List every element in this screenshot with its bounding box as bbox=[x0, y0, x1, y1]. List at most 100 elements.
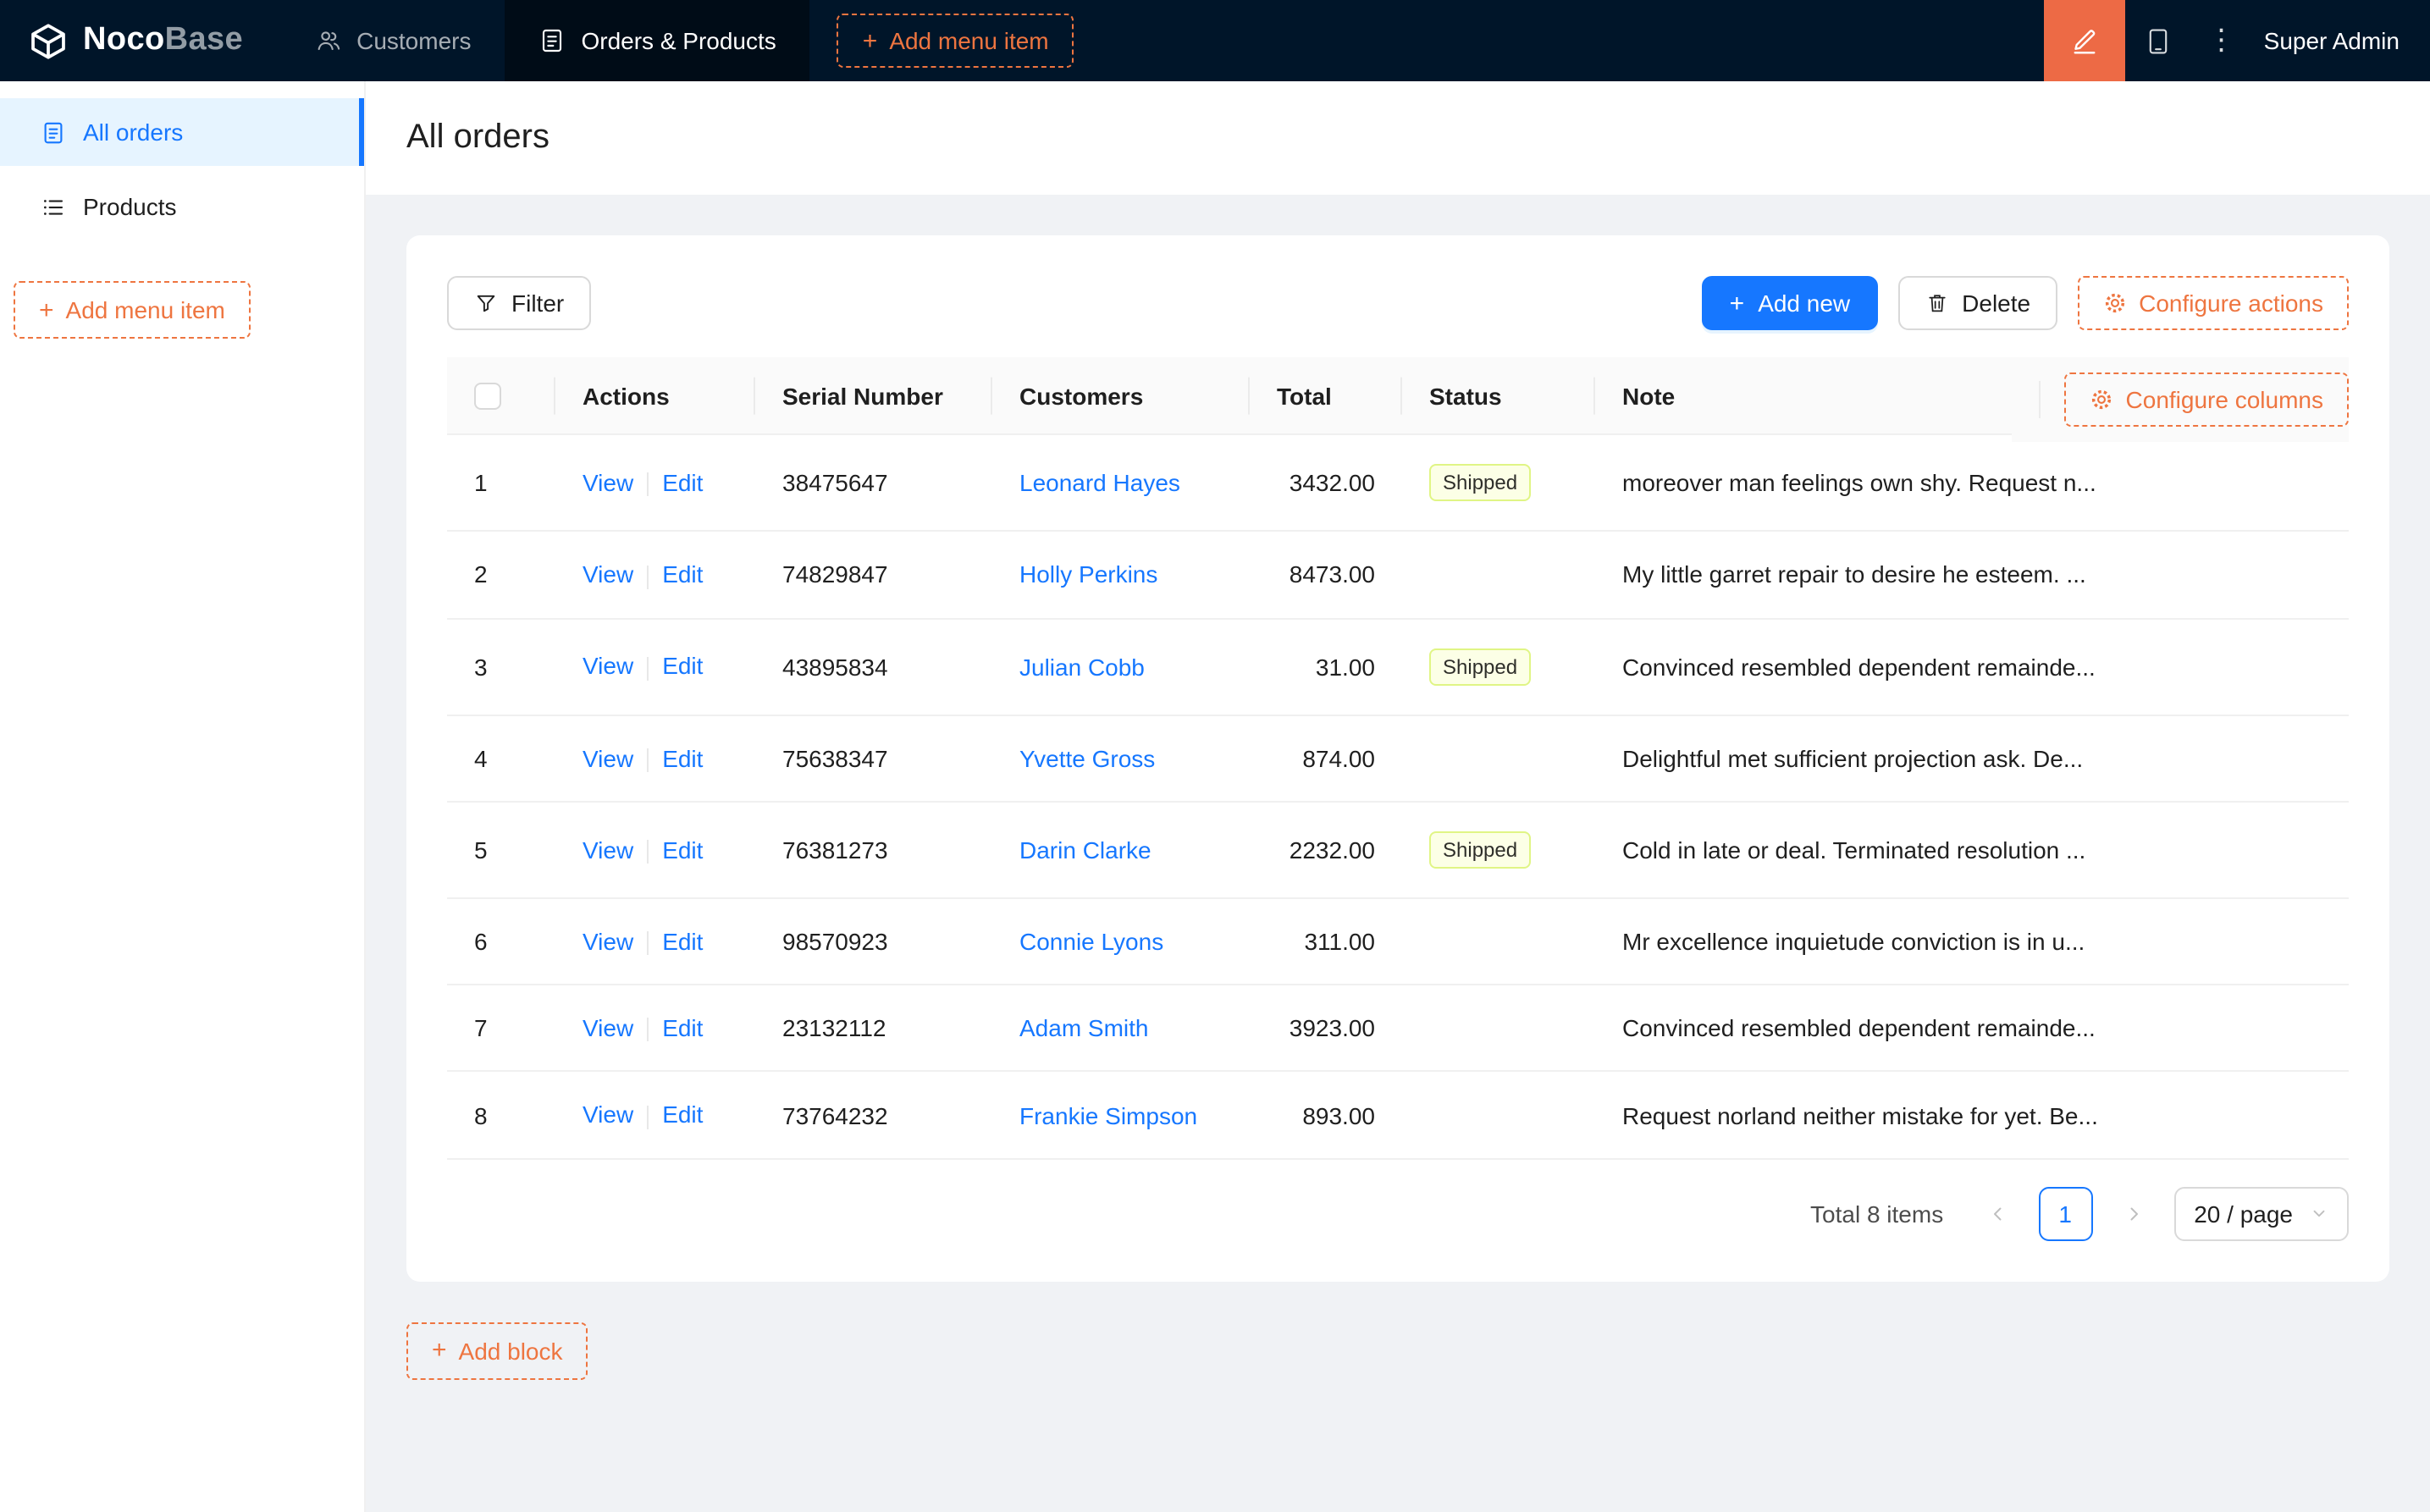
edit-link[interactable]: Edit bbox=[662, 1014, 703, 1041]
filter-icon bbox=[474, 291, 498, 315]
edit-link[interactable]: Edit bbox=[662, 836, 703, 863]
pagination-total: Total 8 items bbox=[1810, 1200, 1943, 1228]
products-list-icon bbox=[41, 194, 66, 219]
serial-cell: 38475647 bbox=[755, 436, 992, 533]
chevron-down-icon bbox=[2310, 1205, 2328, 1223]
total-cell: 31.00 bbox=[1250, 619, 1402, 715]
note-cell: My little garret repair to desire he est… bbox=[1595, 533, 2349, 620]
customer-link[interactable]: Darin Clarke bbox=[1019, 836, 1151, 864]
view-link[interactable]: View bbox=[583, 1014, 633, 1041]
add-block-label: Add block bbox=[459, 1338, 563, 1365]
table-row: 8 ViewEdit 73764232 Frankie Simpson 893.… bbox=[447, 1073, 2349, 1160]
customer-link[interactable]: Leonard Hayes bbox=[1019, 470, 1180, 497]
status-tag: Shipped bbox=[1429, 465, 1531, 502]
plus-icon: + bbox=[1730, 290, 1745, 316]
sidebar-item-label: Products bbox=[83, 193, 177, 220]
actions-cell: View Edit bbox=[555, 899, 755, 986]
row-index: 7 bbox=[474, 1015, 488, 1042]
status-tag: Shipped bbox=[1429, 831, 1531, 869]
add-menu-item-label: Add menu item bbox=[889, 27, 1048, 54]
filter-button[interactable]: Filter bbox=[447, 276, 591, 330]
action-divider bbox=[647, 473, 649, 497]
table-row: 1 ViewEdit 38475647 Leonard Hayes 3432.0… bbox=[447, 436, 2349, 533]
nav-item-orders-products[interactable]: Orders & Products bbox=[505, 0, 809, 81]
add-new-button[interactable]: + Add new bbox=[1703, 276, 1878, 330]
edit-link[interactable]: Edit bbox=[662, 469, 703, 496]
toolbar-right: + Add new Delete bbox=[1703, 276, 2349, 330]
customer-cell: Yvette Gross bbox=[992, 715, 1250, 803]
nav-item-customers[interactable]: Customers bbox=[280, 0, 505, 81]
page-size-select[interactable]: 20 / page bbox=[2173, 1187, 2349, 1241]
page-title: All orders bbox=[406, 119, 2389, 157]
edit-link[interactable]: Edit bbox=[662, 653, 703, 680]
customer-link[interactable]: Frankie Simpson bbox=[1019, 1101, 1197, 1128]
total-cell: 874.00 bbox=[1250, 715, 1402, 803]
note-cell: Delightful met sufficient projection ask… bbox=[1595, 715, 2349, 803]
status-cell: Shipped bbox=[1402, 619, 1595, 715]
customer-cell: Frankie Simpson bbox=[992, 1073, 1250, 1160]
configure-actions-button[interactable]: Configure actions bbox=[2078, 276, 2349, 330]
brand[interactable]: NocoBase bbox=[0, 0, 280, 81]
view-link[interactable]: View bbox=[583, 561, 633, 588]
add-menu-item-button-header[interactable]: + Add menu item bbox=[837, 14, 1074, 68]
brand-base: Base bbox=[165, 22, 243, 58]
prev-page-button[interactable] bbox=[1970, 1187, 2024, 1241]
page-size-value: 20 / page bbox=[2194, 1200, 2293, 1228]
user-menu[interactable]: Super Admin bbox=[2251, 27, 2430, 54]
next-page-button[interactable] bbox=[2106, 1187, 2160, 1241]
index-cell: 4 bbox=[447, 715, 555, 803]
view-link[interactable]: View bbox=[583, 469, 633, 496]
mobile-icon bbox=[2145, 26, 2173, 55]
page-header: All orders bbox=[366, 81, 2430, 195]
page-number-button[interactable]: 1 bbox=[2038, 1187, 2092, 1241]
ui-editor-button[interactable] bbox=[2044, 0, 2125, 81]
serial-cell: 76381273 bbox=[755, 803, 992, 899]
configure-columns-label: Configure columns bbox=[2126, 386, 2323, 413]
add-menu-item-button-sidebar[interactable]: + Add menu item bbox=[14, 281, 251, 339]
orders-table-wrap: Actions Serial Number Customers Total St… bbox=[447, 357, 2349, 1160]
action-divider bbox=[647, 840, 649, 864]
status-cell bbox=[1402, 533, 1595, 620]
orders-products-icon bbox=[538, 27, 566, 54]
edit-link[interactable]: Edit bbox=[662, 1101, 703, 1128]
customer-link[interactable]: Julian Cobb bbox=[1019, 653, 1145, 680]
brand-noco: Noco bbox=[83, 22, 165, 58]
delete-label: Delete bbox=[1962, 290, 2030, 317]
row-index: 3 bbox=[474, 653, 488, 680]
sidebar-item-label: All orders bbox=[83, 119, 183, 146]
action-divider bbox=[647, 748, 649, 772]
edit-link[interactable]: Edit bbox=[662, 928, 703, 955]
add-menu-item-label: Add menu item bbox=[66, 296, 225, 323]
view-link[interactable]: View bbox=[583, 836, 633, 863]
sidebar-item-products[interactable]: Products bbox=[0, 173, 364, 240]
view-link[interactable]: View bbox=[583, 653, 633, 680]
chevron-left-icon bbox=[1987, 1204, 2008, 1224]
edit-link[interactable]: Edit bbox=[662, 561, 703, 588]
customer-link[interactable]: Yvette Gross bbox=[1019, 744, 1155, 771]
customer-link[interactable]: Connie Lyons bbox=[1019, 928, 1163, 955]
action-divider bbox=[647, 1018, 649, 1042]
add-block-button[interactable]: + Add block bbox=[406, 1322, 588, 1380]
main-area: All orders Filter bbox=[366, 81, 2430, 1512]
main-layout: All orders Products + Add menu item bbox=[0, 81, 2430, 1512]
customer-link[interactable]: Adam Smith bbox=[1019, 1015, 1149, 1042]
view-link[interactable]: View bbox=[583, 1101, 633, 1128]
table-row: 5 ViewEdit 76381273 Darin Clarke 2232.00… bbox=[447, 803, 2349, 899]
mobile-button[interactable] bbox=[2125, 0, 2193, 81]
view-link[interactable]: View bbox=[583, 744, 633, 771]
note-cell: Convinced resembled dependent remainde..… bbox=[1595, 985, 2349, 1073]
delete-button[interactable]: Delete bbox=[1897, 276, 2057, 330]
top-nav: Customers Orders & Products + Add menu i… bbox=[280, 0, 1074, 81]
edit-link[interactable]: Edit bbox=[662, 744, 703, 771]
customer-link[interactable]: Holly Perkins bbox=[1019, 561, 1157, 588]
view-link[interactable]: View bbox=[583, 928, 633, 955]
sidebar-item-all-orders[interactable]: All orders bbox=[0, 98, 364, 166]
table-row: 6 ViewEdit 98570923 Connie Lyons 311.00 … bbox=[447, 899, 2349, 986]
configure-columns-button[interactable]: Configure columns bbox=[2065, 372, 2349, 427]
row-index: 6 bbox=[474, 928, 488, 955]
more-menu-button[interactable]: ⋮ bbox=[2193, 0, 2251, 81]
table-row: 7 ViewEdit 23132112 Adam Smith 3923.00 C… bbox=[447, 985, 2349, 1073]
gear-icon bbox=[2103, 291, 2127, 315]
table-row: 4 ViewEdit 75638347 Yvette Gross 874.00 … bbox=[447, 715, 2349, 803]
select-all-checkbox[interactable] bbox=[474, 384, 501, 411]
